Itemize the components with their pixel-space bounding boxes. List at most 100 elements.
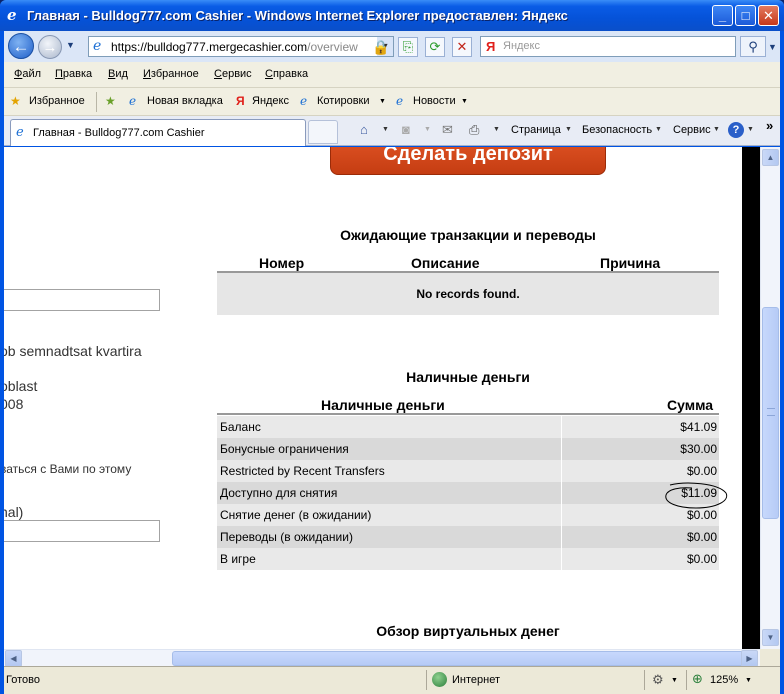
deposit-button[interactable]: Сделать депозит xyxy=(330,147,606,175)
protected-mode-caret-icon[interactable]: ▼ xyxy=(671,677,678,684)
home-dropdown-caret-icon[interactable]: ▼ xyxy=(382,126,389,133)
scroll-left-icon[interactable]: ◀ xyxy=(5,650,22,667)
favorite-yandex[interactable]: Яндекс xyxy=(252,95,289,107)
cash-row-value: $41.09 xyxy=(680,420,717,434)
zoom-icon[interactable]: ⊕ xyxy=(692,671,703,687)
pending-col-reason: Причина xyxy=(600,255,661,271)
pending-section-title: Ожидающие транзакции и переводы xyxy=(340,227,596,243)
table-row: Переводы (в ожидании) $0.00 xyxy=(217,526,719,548)
minimize-button[interactable]: _ xyxy=(712,5,733,26)
refresh-icon[interactable]: ⟳ xyxy=(425,37,445,57)
vertical-scroll-thumb[interactable] xyxy=(762,307,779,519)
help-dropdown-caret-icon[interactable]: ▼ xyxy=(747,126,754,133)
browser-window: e Главная - Bulldog777.com Cashier - Win… xyxy=(0,0,784,694)
cash-col-name: Наличные деньги xyxy=(321,397,445,413)
virtual-money-section-title: Обзор виртуальных денег xyxy=(376,623,560,639)
cash-col-amount: Сумма xyxy=(667,397,714,413)
page-menu-button[interactable]: Страница xyxy=(511,124,561,136)
safety-menu-button[interactable]: Безопасность xyxy=(582,124,652,136)
home-icon[interactable]: ⌂ xyxy=(360,122,368,137)
address-line-3: 008 xyxy=(4,396,24,412)
address-bar[interactable]: e https://bulldog777.mergecashier.com/ov… xyxy=(88,36,394,57)
address-url[interactable]: https://bulldog777.mergecashier.com/over… xyxy=(111,40,358,54)
news-dropdown-caret-icon[interactable]: ▼ xyxy=(461,98,468,105)
tab-cashier[interactable]: e Главная - Bulldog777.com Cashier xyxy=(10,119,306,146)
print-icon[interactable]: ⎙ xyxy=(469,122,479,138)
menu-favorites[interactable]: Избранное xyxy=(143,68,199,80)
print-dropdown-caret-icon[interactable]: ▼ xyxy=(493,126,500,133)
tools-menu-caret-icon[interactable]: ▼ xyxy=(713,126,720,133)
protected-mode-icon[interactable]: ⚙ xyxy=(652,672,664,688)
cash-row-divider xyxy=(561,438,562,460)
new-tab-button[interactable] xyxy=(308,120,338,144)
cash-section-title: Наличные деньги xyxy=(406,369,530,385)
cash-header-divider xyxy=(217,413,719,415)
table-row: Снятие денег (в ожидании) $0.00 xyxy=(217,504,719,526)
horizontal-scroll-thumb[interactable] xyxy=(172,651,746,666)
yandex-icon: Я xyxy=(486,39,496,54)
tab-row: e Главная - Bulldog777.com Cashier ⌂ ▼ ◙… xyxy=(4,116,780,146)
cash-row-value: $0.00 xyxy=(686,464,717,478)
tools-menu-button[interactable]: Сервис xyxy=(673,124,711,136)
menu-file[interactable]: Файл xyxy=(14,68,41,80)
recent-pages-dropdown[interactable]: ▼ xyxy=(66,40,75,50)
favorite-new-tab[interactable]: Новая вкладка xyxy=(147,95,223,107)
horizontal-scrollbar[interactable]: ◀ ▶ xyxy=(4,649,760,667)
page-menu-caret-icon[interactable]: ▼ xyxy=(565,126,572,133)
cash-row-value: $0.00 xyxy=(686,552,717,566)
close-button[interactable]: ✕ xyxy=(758,5,779,26)
contact-consent-text: ваться с Вами по этому xyxy=(4,462,132,476)
safety-menu-caret-icon[interactable]: ▼ xyxy=(655,126,662,133)
lock-icon[interactable]: 🔒 xyxy=(370,37,392,57)
forward-button[interactable]: → xyxy=(38,35,62,59)
table-row: Баланс $41.09 xyxy=(217,416,719,438)
favorites-button[interactable]: Избранное xyxy=(29,95,85,107)
status-divider xyxy=(644,670,645,690)
back-button[interactable]: ← xyxy=(8,33,34,59)
ie-logo-icon: e xyxy=(7,6,17,24)
cash-row-label: Доступно для снятия xyxy=(220,486,338,500)
menu-bar: Файл Правка Вид Избранное Сервис Справка xyxy=(4,62,780,88)
scrollbar-corner xyxy=(760,649,780,666)
menu-help[interactable]: Справка xyxy=(265,68,308,80)
internet-zone-icon xyxy=(432,672,447,687)
zoom-level[interactable]: 125% xyxy=(710,674,738,686)
zoom-dropdown-caret-icon[interactable]: ▼ xyxy=(745,677,752,684)
scroll-down-icon[interactable]: ▼ xyxy=(762,629,779,646)
optional-input-field[interactable] xyxy=(4,520,160,542)
search-input[interactable]: Я Яндекс xyxy=(480,36,736,57)
compatibility-view-icon[interactable]: ⎘ xyxy=(398,37,418,57)
cash-row-value: $0.00 xyxy=(686,530,717,544)
quotes-dropdown-caret-icon[interactable]: ▼ xyxy=(379,98,386,105)
vertical-scrollbar[interactable]: ▲ ▼ xyxy=(760,147,780,649)
search-options-dropdown[interactable]: ▼ xyxy=(768,42,777,52)
more-commands-chevron-icon[interactable]: » xyxy=(766,118,773,133)
maximize-button[interactable]: □ xyxy=(735,5,756,26)
pending-empty-message: No records found. xyxy=(217,273,719,315)
profile-input-field[interactable] xyxy=(4,289,160,311)
feeds-dropdown-caret-icon[interactable]: ▼ xyxy=(424,126,431,133)
favorite-quotes[interactable]: Котировки xyxy=(317,95,370,107)
menu-edit[interactable]: Правка xyxy=(55,68,92,80)
table-row: Бонусные ограничения $30.00 xyxy=(217,438,719,460)
add-favorite-icon[interactable]: ★ xyxy=(105,94,116,108)
navigation-bar: ← → ▼ e https://bulldog777.mergecashier.… xyxy=(4,31,780,62)
search-placeholder: Яндекс xyxy=(503,40,540,52)
mail-icon[interactable]: ✉ xyxy=(442,122,453,138)
search-icon[interactable]: ⚲ xyxy=(740,36,766,57)
stop-icon[interactable]: ✕ xyxy=(452,37,472,57)
scroll-up-icon[interactable]: ▲ xyxy=(762,149,779,166)
feeds-icon[interactable]: ◙ xyxy=(402,122,410,137)
status-divider xyxy=(686,670,687,690)
help-icon[interactable]: ? xyxy=(728,122,744,138)
hand-drawn-circle-annotation xyxy=(665,482,728,509)
page-content: Сделать депозит ob semnadtsat kvartira o… xyxy=(4,147,746,649)
new-tab-page-icon: e xyxy=(129,94,137,108)
cash-row-label: Снятие денег (в ожидании) xyxy=(220,508,372,522)
cash-row-divider xyxy=(561,482,562,504)
favorite-news[interactable]: Новости xyxy=(413,95,456,107)
menu-tools[interactable]: Сервис xyxy=(214,68,252,80)
menu-view[interactable]: Вид xyxy=(108,68,128,80)
pending-col-description: Описание xyxy=(411,255,480,271)
scroll-right-icon[interactable]: ▶ xyxy=(741,650,758,667)
